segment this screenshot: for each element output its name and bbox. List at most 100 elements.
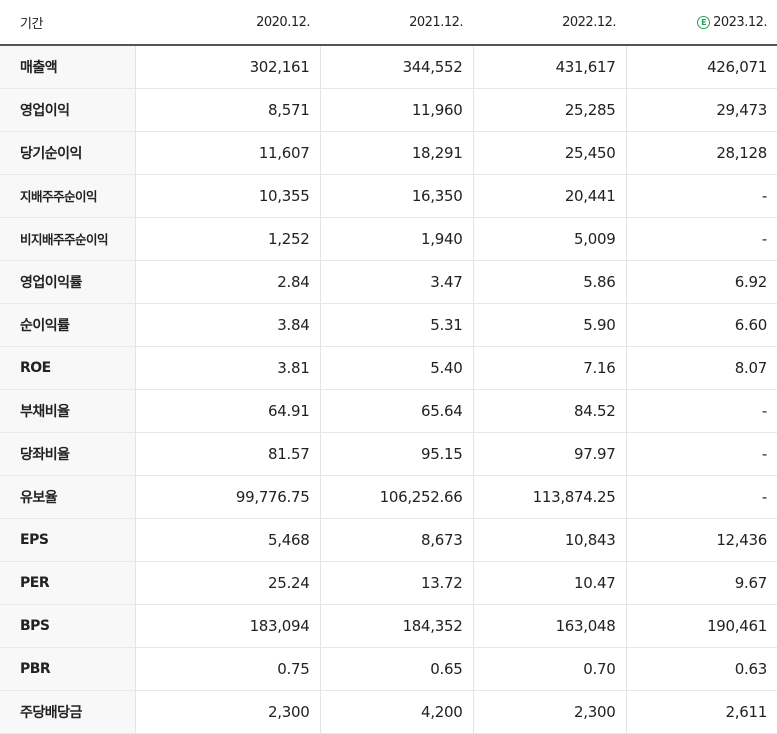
table-header-row: 기간 2020.12. 2021.12. 2022.12. E 2023.12. bbox=[0, 0, 777, 46]
table-row: PER 25.24 13.72 10.47 9.67 bbox=[0, 561, 777, 605]
cell-value: 113,874.25 bbox=[473, 475, 627, 519]
table-row: 영업이익률 2.84 3.47 5.86 6.92 bbox=[0, 259, 777, 304]
period-header: 2020.12. bbox=[135, 0, 320, 46]
cell-value: 183,094 bbox=[135, 604, 321, 648]
row-label: 영업이익률 bbox=[0, 259, 136, 304]
row-label: 주당배당금 bbox=[0, 689, 136, 734]
cell-value: 0.63 bbox=[626, 647, 777, 691]
cell-value: 5.90 bbox=[473, 303, 627, 347]
period-header: 2021.12. bbox=[320, 0, 473, 46]
row-label: 순이익률 bbox=[0, 303, 136, 347]
cell-value: 16,350 bbox=[320, 174, 474, 218]
table-row: 지배주주순이익 10,355 16,350 20,441 - bbox=[0, 174, 777, 218]
cell-value: - bbox=[626, 174, 777, 218]
financial-summary-table: 기간 2020.12. 2021.12. 2022.12. E 2023.12. … bbox=[0, 0, 777, 734]
cell-value: 4,200 bbox=[320, 689, 474, 734]
cell-value: 97.97 bbox=[473, 432, 627, 476]
row-label: 매출액 bbox=[0, 45, 136, 89]
cell-value: 6.60 bbox=[626, 303, 777, 347]
cell-value: 13.72 bbox=[320, 561, 474, 605]
cell-value: 0.70 bbox=[473, 647, 627, 691]
cell-value: 1,940 bbox=[320, 217, 474, 261]
table-row: 유보율 99,776.75 106,252.66 113,874.25 - bbox=[0, 475, 777, 519]
row-label: BPS bbox=[0, 604, 136, 648]
row-label: 당좌비율 bbox=[0, 432, 136, 476]
period-label-header: 기간 bbox=[0, 0, 135, 46]
cell-value: 344,552 bbox=[320, 45, 474, 89]
estimate-icon: E bbox=[697, 15, 711, 29]
cell-value: 3.47 bbox=[320, 259, 474, 304]
cell-value: 8,673 bbox=[320, 517, 474, 562]
cell-value: 2,611 bbox=[626, 689, 777, 734]
cell-value: 29,473 bbox=[626, 88, 777, 132]
cell-value: 99,776.75 bbox=[135, 475, 321, 519]
cell-value: 6.92 bbox=[626, 259, 777, 304]
row-label: ROE bbox=[0, 346, 136, 390]
cell-value: 302,161 bbox=[135, 45, 321, 89]
cell-value: 5.40 bbox=[320, 346, 474, 390]
row-label: 유보율 bbox=[0, 475, 136, 519]
cell-value: 163,048 bbox=[473, 604, 627, 648]
cell-value: 28,128 bbox=[626, 131, 777, 175]
row-label: 당기순이익 bbox=[0, 131, 136, 175]
cell-value: 426,071 bbox=[626, 45, 777, 89]
cell-value: 95.15 bbox=[320, 432, 474, 476]
cell-value: 25.24 bbox=[135, 561, 321, 605]
cell-value: 184,352 bbox=[320, 604, 474, 648]
cell-value: 3.81 bbox=[135, 346, 321, 390]
period-header-estimate: E 2023.12. bbox=[626, 0, 777, 46]
cell-value: 9.67 bbox=[626, 561, 777, 605]
cell-value: 2.84 bbox=[135, 259, 321, 304]
cell-value: 12,436 bbox=[626, 517, 777, 562]
table-row: PBR 0.75 0.65 0.70 0.63 bbox=[0, 647, 777, 691]
cell-value: 5.86 bbox=[473, 259, 627, 304]
cell-value: - bbox=[626, 432, 777, 476]
row-label: PER bbox=[0, 561, 136, 605]
cell-value: 10,355 bbox=[135, 174, 321, 218]
row-label: 지배주주순이익 bbox=[0, 174, 136, 218]
cell-value: 10,843 bbox=[473, 517, 627, 562]
cell-value: 1,252 bbox=[135, 217, 321, 261]
cell-value: 5.31 bbox=[320, 303, 474, 347]
table-row: 순이익률 3.84 5.31 5.90 6.60 bbox=[0, 303, 777, 347]
table-row: BPS 183,094 184,352 163,048 190,461 bbox=[0, 604, 777, 648]
cell-value: 25,450 bbox=[473, 131, 627, 175]
cell-value: 20,441 bbox=[473, 174, 627, 218]
cell-value: 81.57 bbox=[135, 432, 321, 476]
cell-value: 65.64 bbox=[320, 388, 474, 433]
cell-value: 18,291 bbox=[320, 131, 474, 175]
cell-value: 11,607 bbox=[135, 131, 321, 175]
period-header-text: 2023.12. bbox=[713, 14, 767, 30]
cell-value: 64.91 bbox=[135, 388, 321, 433]
cell-value: 431,617 bbox=[473, 45, 627, 89]
cell-value: 8,571 bbox=[135, 88, 321, 132]
cell-value: 2,300 bbox=[135, 689, 321, 734]
cell-value: 2,300 bbox=[473, 689, 627, 734]
cell-value: 0.75 bbox=[135, 647, 321, 691]
cell-value: - bbox=[626, 388, 777, 433]
cell-value: 11,960 bbox=[320, 88, 474, 132]
cell-value: 0.65 bbox=[320, 647, 474, 691]
table-row: 주당배당금 2,300 4,200 2,300 2,611 bbox=[0, 689, 777, 734]
cell-value: 8.07 bbox=[626, 346, 777, 390]
cell-value: 10.47 bbox=[473, 561, 627, 605]
cell-value: - bbox=[626, 475, 777, 519]
cell-value: 190,461 bbox=[626, 604, 777, 648]
table-row: EPS 5,468 8,673 10,843 12,436 bbox=[0, 517, 777, 562]
cell-value: 5,468 bbox=[135, 517, 321, 562]
row-label: 영업이익 bbox=[0, 88, 136, 132]
cell-value: - bbox=[626, 217, 777, 261]
table-row: 비지배주주순이익 1,252 1,940 5,009 - bbox=[0, 217, 777, 261]
cell-value: 25,285 bbox=[473, 88, 627, 132]
cell-value: 3.84 bbox=[135, 303, 321, 347]
table-row: 영업이익 8,571 11,960 25,285 29,473 bbox=[0, 88, 777, 132]
cell-value: 84.52 bbox=[473, 388, 627, 433]
row-label: 비지배주주순이익 bbox=[0, 217, 136, 261]
cell-value: 5,009 bbox=[473, 217, 627, 261]
cell-value: 7.16 bbox=[473, 346, 627, 390]
table-row: 부채비율 64.91 65.64 84.52 - bbox=[0, 388, 777, 433]
table-row: ROE 3.81 5.40 7.16 8.07 bbox=[0, 346, 777, 390]
cell-value: 106,252.66 bbox=[320, 475, 474, 519]
table-row: 당좌비율 81.57 95.15 97.97 - bbox=[0, 432, 777, 476]
row-label: PBR bbox=[0, 647, 136, 691]
